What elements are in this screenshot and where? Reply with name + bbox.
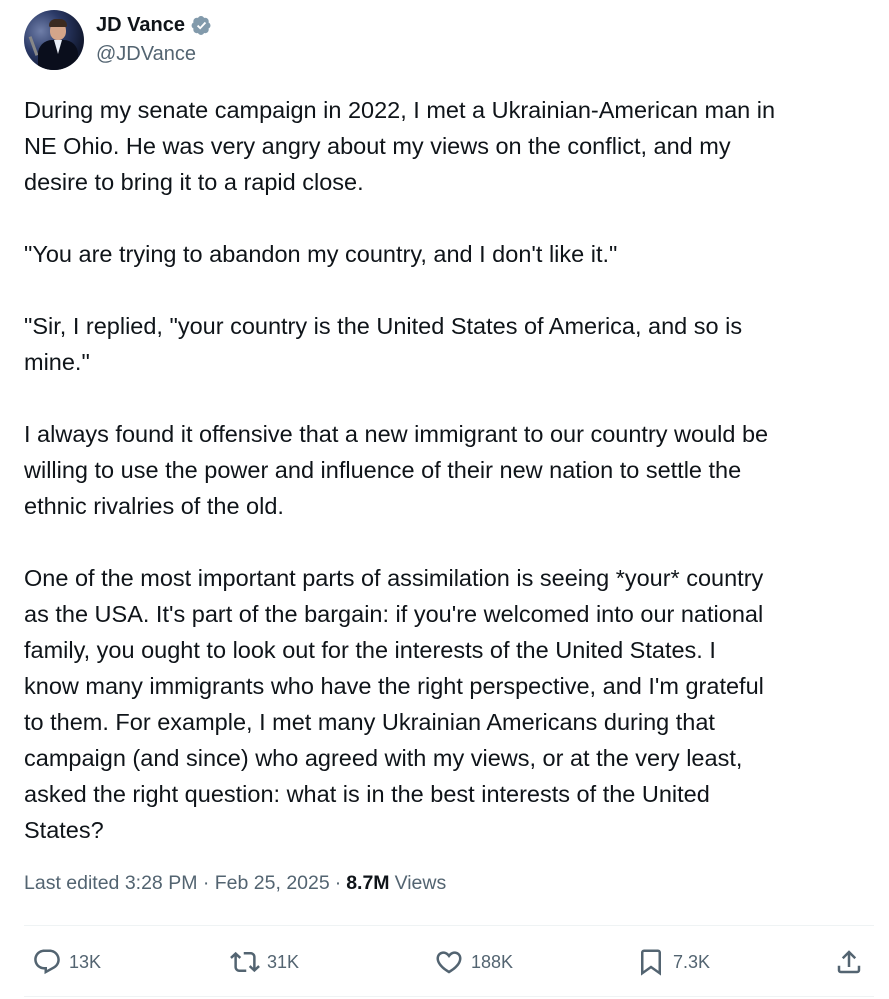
avatar[interactable] xyxy=(24,10,84,70)
reply-count: 13K xyxy=(69,951,102,972)
tweet-header: JD Vance @JDVance xyxy=(24,10,864,72)
bookmark-button[interactable]: 7.3K xyxy=(636,940,710,984)
share-icon xyxy=(837,950,861,974)
like-button[interactable]: 188K xyxy=(434,940,513,984)
bookmark-count: 7.3K xyxy=(673,951,711,972)
like-icon xyxy=(436,951,462,974)
reply-icon xyxy=(34,949,60,975)
share-button[interactable] xyxy=(834,940,864,984)
tweet-paragraph: I always found it offensive that a new i… xyxy=(24,421,769,519)
avatar-hair xyxy=(49,19,67,27)
display-name[interactable]: JD Vance xyxy=(96,14,185,37)
retweet-icon xyxy=(230,951,260,973)
divider xyxy=(24,996,874,997)
reply-button[interactable]: 13K xyxy=(32,940,101,984)
name-row: JD Vance xyxy=(96,14,212,37)
tweet-paragraph: During my senate campaign in 2022, I met… xyxy=(24,97,776,195)
action-bar: 13K 31K 188K 7.3K xyxy=(24,940,869,984)
tweet-paragraph: "You are trying to abandon my country, a… xyxy=(24,241,618,267)
meta-separator: · xyxy=(334,872,342,894)
tweet-meta: Last edited 3:28 PM · Feb 25, 2025 · 8.7… xyxy=(24,872,446,895)
retweet-button[interactable]: 31K xyxy=(230,940,299,984)
tweet-paragraph: One of the most important parts of assim… xyxy=(24,565,764,843)
tweet-body: During my senate campaign in 2022, I met… xyxy=(24,92,869,848)
bookmark-icon xyxy=(641,949,661,976)
views-count: 8.7M xyxy=(346,872,390,894)
like-count: 188K xyxy=(471,951,514,972)
verified-badge-icon[interactable] xyxy=(191,15,212,36)
retweet-count: 31K xyxy=(267,951,300,972)
divider xyxy=(24,925,874,926)
avatar-microphone xyxy=(28,36,39,56)
tweet-paragraph: "Sir, I replied, "your country is the Un… xyxy=(24,313,743,375)
views-label: Views xyxy=(394,872,447,894)
timestamp-link[interactable]: Last edited 3:28 PM · Feb 25, 2025 xyxy=(24,872,330,895)
user-handle[interactable]: @JDVance xyxy=(96,43,196,66)
